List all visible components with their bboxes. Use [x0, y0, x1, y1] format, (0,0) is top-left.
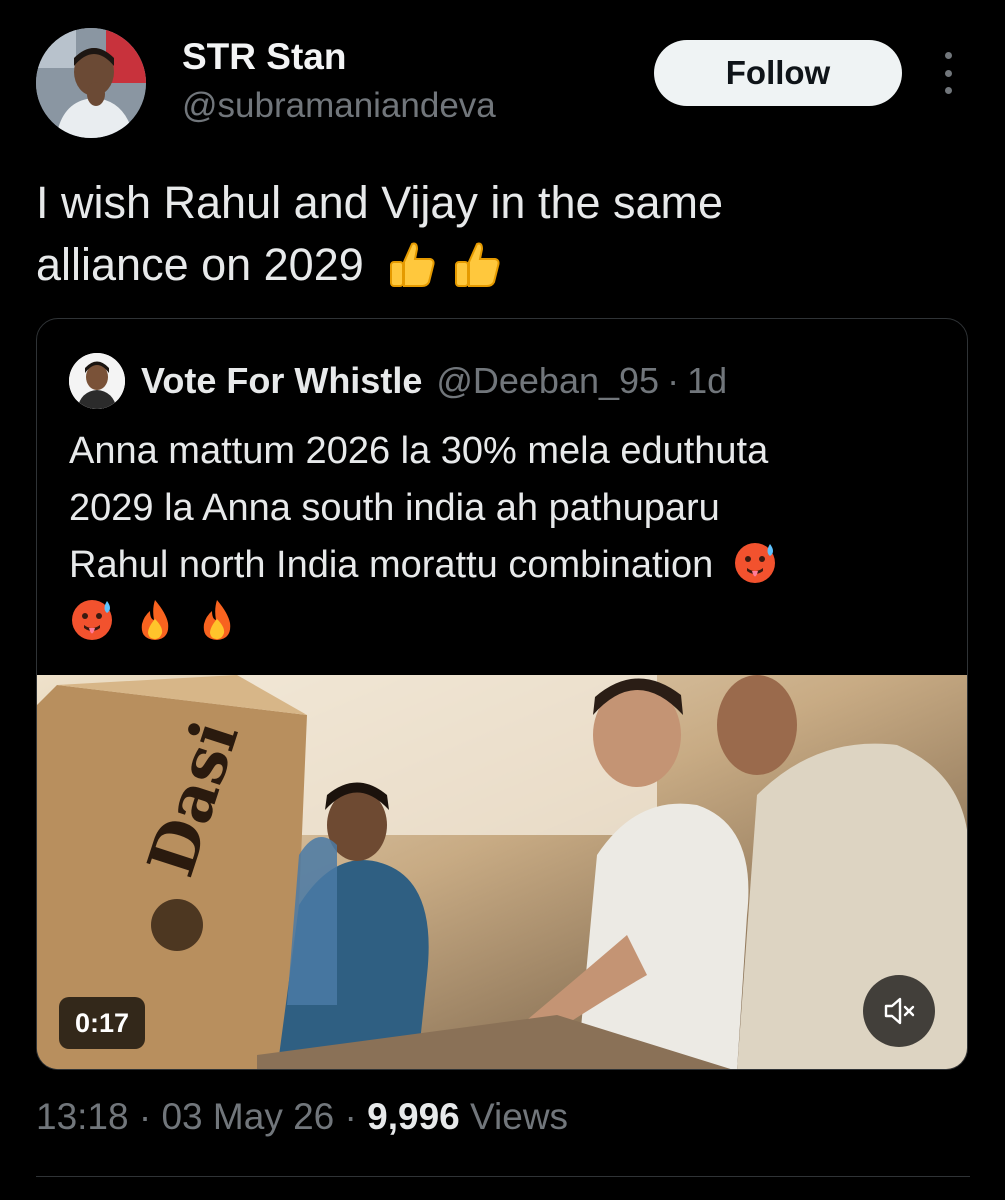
follow-button[interactable]: Follow: [654, 40, 902, 106]
hot-face-icon: [72, 599, 112, 640]
tweet-text-line: I wish Rahul and Vijay in the same: [36, 177, 724, 228]
quoted-text-line: Anna mattum 2026 la 30% mela eduthuta: [69, 430, 769, 472]
tweet: STR Stan @subramaniandeva Follow I wish …: [0, 0, 1005, 1200]
speaker-muted-icon[interactable]: [863, 975, 935, 1047]
profile-photo-icon: [69, 353, 125, 409]
video-player[interactable]: Dasi 0:17: [37, 675, 967, 1069]
divider: [36, 1176, 970, 1177]
quoted-tweet-card[interactable]: Vote For Whistle @Deeban_95 · 1d Anna ma…: [36, 318, 968, 1070]
hot-face-icon: [734, 542, 775, 583]
quoted-text-segment: Rahul north India morattu combination: [69, 544, 714, 586]
author-display-name[interactable]: STR Stan: [182, 36, 346, 78]
more-options-icon[interactable]: [930, 52, 966, 94]
quoted-display-name[interactable]: Vote For Whistle: [141, 360, 422, 402]
tweet-text-segment: alliance on 2029: [36, 239, 364, 290]
quoted-emoji-line: [69, 594, 939, 651]
quoted-text-line: 2029 la Anna south india ah pathuparu: [69, 487, 720, 529]
quoted-header: Vote For Whistle @Deeban_95 · 1d: [141, 353, 727, 409]
quoted-handle[interactable]: @Deeban_95: [436, 360, 659, 402]
separator-dot: ·: [667, 360, 680, 401]
quoted-timestamp[interactable]: 1d: [687, 360, 727, 402]
tweet-text-line: alliance on 2029: [36, 234, 936, 296]
author-handle[interactable]: @subramaniandeva: [182, 86, 496, 126]
views-count[interactable]: 9,996: [367, 1096, 460, 1137]
quoted-text-line: Rahul north India morattu combination: [69, 537, 939, 594]
separator-dot: ·: [138, 1096, 152, 1137]
tweet-meta: 13:18 · 03 May 26 · 9,996 Views: [36, 1096, 568, 1138]
author-avatar[interactable]: [36, 28, 146, 138]
thumbs-up-icon: [454, 242, 500, 288]
separator-dot: ·: [344, 1096, 357, 1137]
fire-icon: [203, 599, 231, 640]
tweet-date[interactable]: 03 May 26: [161, 1096, 334, 1137]
thumbs-up-icon: [390, 242, 435, 288]
quoted-text: Anna mattum 2026 la 30% mela eduthuta 20…: [69, 423, 939, 651]
quoted-author-avatar[interactable]: [69, 353, 125, 409]
mute-glyph: [884, 997, 915, 1025]
video-duration-badge: 0:17: [59, 997, 145, 1049]
video-frame: Dasi: [37, 675, 967, 1069]
views-label: Views: [470, 1096, 569, 1137]
fire-icon: [141, 599, 168, 640]
tweet-text: I wish Rahul and Vijay in the same allia…: [36, 172, 936, 296]
tweet-time[interactable]: 13:18: [36, 1096, 129, 1137]
profile-photo-icon: [36, 28, 146, 138]
